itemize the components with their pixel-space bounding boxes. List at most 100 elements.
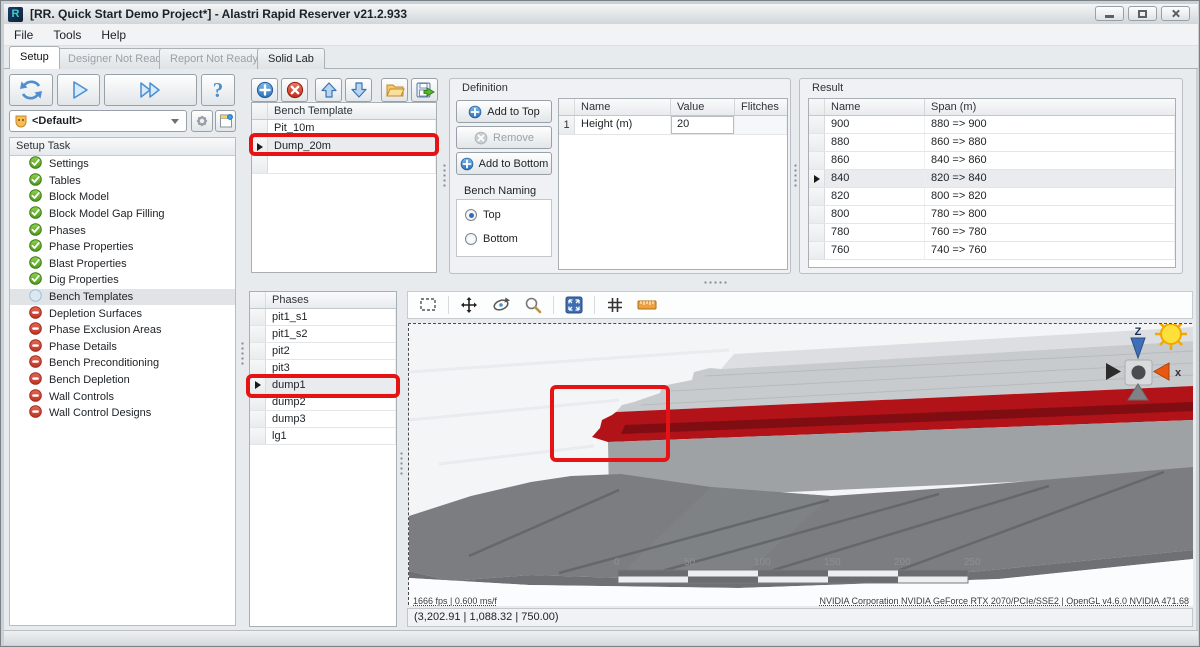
phase-row-label: lg1: [266, 428, 396, 444]
row-marker-header: [252, 103, 268, 119]
task-item[interactable]: Bench Preconditioning: [10, 355, 235, 372]
task-item[interactable]: Phases: [10, 222, 235, 239]
result-row[interactable]: 840820 => 840: [809, 170, 1175, 188]
phase-row[interactable]: pit2: [250, 343, 396, 360]
delete-template-button[interactable]: [281, 78, 308, 102]
import-button[interactable]: [381, 78, 408, 102]
note-icon: [218, 113, 234, 129]
zoom-fit-tool[interactable]: [562, 294, 586, 316]
bench-template-row[interactable]: [252, 156, 436, 174]
measure-tool[interactable]: [635, 294, 659, 316]
result-row[interactable]: 820800 => 820: [809, 188, 1175, 206]
row-marker: [250, 428, 266, 444]
maximize-button[interactable]: [1128, 6, 1157, 21]
row-marker: [809, 134, 825, 151]
move-down-button[interactable]: [345, 78, 372, 102]
result-row[interactable]: 900880 => 900: [809, 116, 1175, 134]
toolbar-separator: [448, 296, 449, 314]
refresh-button[interactable]: [9, 74, 53, 106]
settings-gear-button[interactable]: [191, 110, 213, 132]
marquee-select-tool[interactable]: [416, 294, 440, 316]
task-item[interactable]: Settings: [10, 156, 235, 173]
radio-top[interactable]: Top: [465, 209, 501, 221]
grid-toggle-tool[interactable]: [603, 294, 627, 316]
phase-row-label: pit1_s2: [266, 326, 396, 342]
result-span-cell: 800 => 820: [925, 188, 1175, 205]
horizontal-splitter-handle[interactable]: [703, 281, 727, 284]
setup-task-header: Setup Task: [10, 138, 235, 156]
task-item[interactable]: Block Model Gap Filling: [10, 206, 235, 223]
export-button[interactable]: [411, 78, 438, 102]
run-button[interactable]: [57, 74, 100, 106]
result-row[interactable]: 860840 => 860: [809, 152, 1175, 170]
task-label: Block Model: [49, 191, 109, 203]
notes-button[interactable]: [215, 110, 236, 132]
task-item[interactable]: Wall Control Designs: [10, 405, 235, 422]
definition-splitter-handle[interactable]: [794, 163, 797, 187]
result-row[interactable]: 800780 => 800: [809, 206, 1175, 224]
menu-help[interactable]: Help: [91, 25, 136, 45]
task-item[interactable]: Phase Details: [10, 339, 235, 356]
done-status-icon: [29, 173, 42, 189]
close-button[interactable]: [1161, 6, 1190, 21]
add-template-button[interactable]: [251, 78, 278, 102]
fps-readout: 1666 fps | 0.600 ms/f: [413, 596, 497, 606]
remove-button[interactable]: Remove: [456, 126, 552, 149]
minimize-button[interactable]: [1095, 6, 1124, 21]
result-row[interactable]: 880860 => 880: [809, 134, 1175, 152]
zoom-tool[interactable]: [521, 294, 545, 316]
menu-tools[interactable]: Tools: [43, 25, 91, 45]
task-item[interactable]: Dig Properties: [10, 272, 235, 289]
mask-icon: [14, 114, 28, 128]
task-item[interactable]: Phase Properties: [10, 239, 235, 256]
profile-dropdown[interactable]: <Default>: [9, 110, 187, 132]
task-item[interactable]: Blast Properties: [10, 256, 235, 273]
viewport-3d-canvas[interactable]: Z x 050100150200250 1666 fps | 0.600: [408, 323, 1192, 605]
phase-row[interactable]: pit1_s2: [250, 326, 396, 343]
move-up-button[interactable]: [315, 78, 342, 102]
task-label: Tables: [49, 175, 81, 187]
window-title: [RR. Quick Start Demo Project*] - Alastr…: [30, 7, 407, 21]
task-item[interactable]: Phase Exclusion Areas: [10, 322, 235, 339]
bench-splitter-handle[interactable]: [443, 163, 446, 187]
title-bar[interactable]: R [RR. Quick Start Demo Project*] - Alas…: [4, 4, 1198, 24]
blocked-status-icon: [29, 372, 42, 388]
result-row[interactable]: 760740 => 760: [809, 242, 1175, 260]
blocked-status-icon: [29, 306, 42, 322]
tab-solid-lab[interactable]: Solid Lab: [257, 48, 325, 69]
phase-row[interactable]: pit1_s1: [250, 309, 396, 326]
bench-template-row-label: [268, 156, 436, 173]
menu-file[interactable]: File: [4, 25, 43, 45]
result-row[interactable]: 780760 => 780: [809, 224, 1175, 242]
sidebar-splitter-handle[interactable]: [241, 341, 244, 365]
tab-report[interactable]: Report Not Ready: [159, 48, 269, 69]
phases-splitter-handle[interactable]: [400, 451, 403, 475]
orbit-tool[interactable]: [489, 294, 513, 316]
maximize-icon: [1138, 10, 1147, 18]
definition-flitches-cell[interactable]: [735, 116, 787, 134]
definition-value-cell[interactable]: 20: [671, 116, 735, 134]
task-item[interactable]: Tables: [10, 173, 235, 190]
task-item[interactable]: Bench Templates: [10, 289, 235, 306]
refresh-icon: [18, 77, 44, 103]
pan-tool[interactable]: [457, 294, 481, 316]
add-to-top-button[interactable]: Add to Top: [456, 100, 552, 123]
task-item[interactable]: Depletion Surfaces: [10, 305, 235, 322]
radio-bottom[interactable]: Bottom: [465, 233, 518, 245]
phase-row[interactable]: lg1: [250, 428, 396, 445]
result-span-cell: 780 => 800: [925, 206, 1175, 223]
task-item[interactable]: Bench Depletion: [10, 372, 235, 389]
task-item[interactable]: Wall Controls: [10, 388, 235, 405]
task-item[interactable]: Block Model: [10, 189, 235, 206]
bench-template-annotation-box: [249, 133, 439, 156]
task-label: Bench Preconditioning: [49, 357, 159, 369]
help-button[interactable]: ?: [201, 74, 235, 106]
add-to-bottom-button[interactable]: Add to Bottom: [456, 152, 552, 175]
task-label: Block Model Gap Filling: [49, 208, 165, 220]
run-all-button[interactable]: [104, 74, 197, 106]
definition-row[interactable]: 1Height (m)20: [559, 116, 787, 135]
result-span-cell: 860 => 880: [925, 134, 1175, 151]
tab-setup[interactable]: Setup: [9, 46, 60, 69]
phase-row[interactable]: dump3: [250, 411, 396, 428]
result-name-cell: 800: [825, 206, 925, 223]
